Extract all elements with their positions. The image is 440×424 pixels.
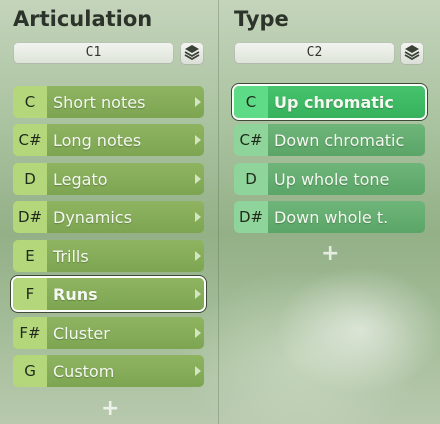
slot-key: G xyxy=(13,355,47,387)
articulation-slot-c-sharp[interactable]: C# Long notes xyxy=(13,124,204,156)
type-slot-c[interactable]: C Up chromatic xyxy=(234,86,425,118)
slot-key: C# xyxy=(13,124,47,156)
slot-key: D xyxy=(13,163,47,195)
layers-icon xyxy=(184,44,200,64)
slot-key: F# xyxy=(13,317,47,349)
articulation-slot-f-sharp[interactable]: F# Cluster xyxy=(13,317,204,349)
slot-key: C xyxy=(13,86,47,118)
articulation-slot-f[interactable]: F Runs xyxy=(13,278,204,310)
slot-key: C xyxy=(234,86,268,118)
chevron-right-icon[interactable] xyxy=(192,201,204,233)
slot-label: Runs xyxy=(47,278,192,310)
add-articulation-button[interactable]: + xyxy=(101,398,119,420)
slot-label: Down whole t. xyxy=(268,201,425,233)
slot-key: F xyxy=(13,278,47,310)
type-slot-d-sharp[interactable]: D# Down whole t. xyxy=(234,201,425,233)
type-title: Type xyxy=(234,7,289,31)
slot-label: Custom xyxy=(47,355,192,387)
chevron-right-icon[interactable] xyxy=(192,317,204,349)
slot-label: Short notes xyxy=(47,86,192,118)
chevron-right-icon[interactable] xyxy=(192,163,204,195)
slot-key: D# xyxy=(13,201,47,233)
slot-key: C# xyxy=(234,124,268,156)
type-slot-c-sharp[interactable]: C# Down chromatic xyxy=(234,124,425,156)
articulation-slot-d-sharp[interactable]: D# Dynamics xyxy=(13,201,204,233)
chevron-right-icon[interactable] xyxy=(192,278,204,310)
slot-key: E xyxy=(13,240,47,272)
chevron-right-icon[interactable] xyxy=(192,86,204,118)
articulation-slot-d[interactable]: D Legato xyxy=(13,163,204,195)
chevron-right-icon[interactable] xyxy=(192,124,204,156)
slot-label: Long notes xyxy=(47,124,192,156)
type-slot-d[interactable]: D Up whole tone xyxy=(234,163,425,195)
slot-label: Up chromatic xyxy=(268,86,425,118)
slot-label: Up whole tone xyxy=(268,163,425,195)
type-column: Type C2 C Up chromatic C# Down chromatic… xyxy=(219,0,440,424)
slot-key: D xyxy=(234,163,268,195)
add-type-button[interactable]: + xyxy=(321,243,339,265)
chevron-right-icon[interactable] xyxy=(192,355,204,387)
layers-icon xyxy=(404,44,420,64)
articulation-slot-c[interactable]: C Short notes xyxy=(13,86,204,118)
articulation-slot-g[interactable]: G Custom xyxy=(13,355,204,387)
chevron-right-icon[interactable] xyxy=(192,240,204,272)
slot-label: Cluster xyxy=(47,317,192,349)
slot-label: Dynamics xyxy=(47,201,192,233)
slot-label: Trills xyxy=(47,240,192,272)
articulation-slot-e[interactable]: E Trills xyxy=(13,240,204,272)
slot-key: D# xyxy=(234,201,268,233)
slot-label: Legato xyxy=(47,163,192,195)
articulation-trigger-dropdown[interactable]: C1 xyxy=(13,42,174,64)
slot-label: Down chromatic xyxy=(268,124,425,156)
articulation-title: Articulation xyxy=(13,7,153,31)
articulation-layers-button[interactable] xyxy=(180,42,204,65)
type-layers-button[interactable] xyxy=(400,42,424,65)
articulation-column: Articulation C1 C Short notes C# Long no… xyxy=(0,0,218,424)
type-trigger-dropdown[interactable]: C2 xyxy=(234,42,395,64)
